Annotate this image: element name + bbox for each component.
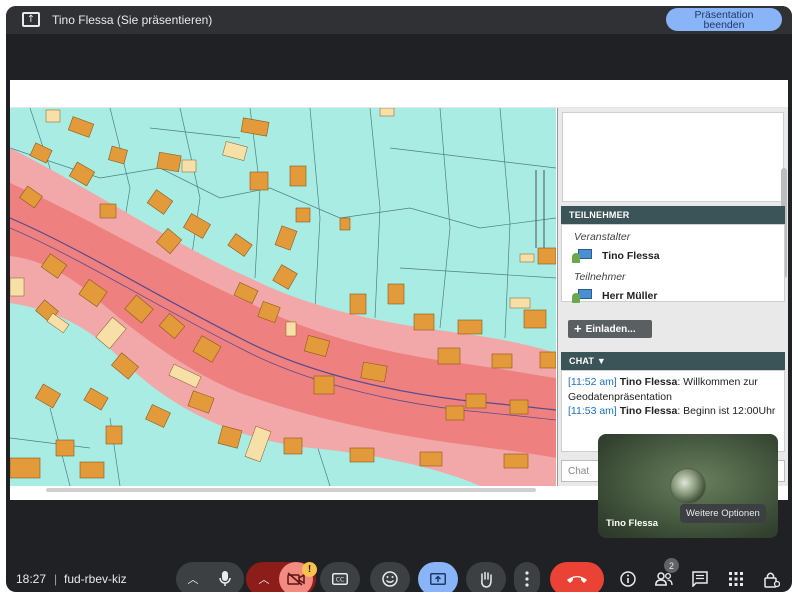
present-icon[interactable] xyxy=(418,562,458,592)
shared-app-toolbar xyxy=(10,80,788,108)
cadastral-map xyxy=(10,108,556,486)
emoji-icon[interactable] xyxy=(370,562,410,592)
horizontal-scrollbar[interactable] xyxy=(46,488,536,492)
present-to-all-icon: ↑ xyxy=(22,12,40,27)
chat-icon[interactable] xyxy=(686,564,714,592)
meet-window: ↑ Tino Flessa (Sie präsentieren) Präsent… xyxy=(6,6,792,592)
chevron-up-icon[interactable]: ︿ xyxy=(249,571,279,587)
raise-hand-icon[interactable] xyxy=(466,562,506,592)
chat-message: [11:53 am] Tino Flessa: Beginn ist 12:00… xyxy=(568,404,778,419)
mic-icon[interactable] xyxy=(208,562,242,592)
more-options-tooltip[interactable]: Weitere Optionen xyxy=(680,504,766,523)
chat-input-placeholder: Chat xyxy=(568,466,590,477)
avatar xyxy=(670,468,706,504)
participants-header[interactable]: TEILNEHMER xyxy=(561,206,785,224)
camera-warning-badge: ! xyxy=(302,562,317,577)
mic-control: ︿ xyxy=(176,562,244,592)
invite-button[interactable]: + Einladen... xyxy=(568,320,652,338)
preview-pane xyxy=(562,112,784,202)
chat-header[interactable]: CHAT ▼ xyxy=(561,352,785,370)
chat-timestamp: [11:52 am] xyxy=(568,376,617,388)
invite-label: Einladen... xyxy=(585,323,636,335)
presenting-bar: ↑ Tino Flessa (Sie präsentieren) Präsent… xyxy=(6,6,792,34)
meeting-time: 18:27 xyxy=(16,572,47,586)
participant-name: Herr Müller xyxy=(602,290,658,302)
chat-timestamp: [11:53 am] xyxy=(568,405,617,417)
chat-text: : Beginn ist 12:00Uhr xyxy=(677,405,776,417)
end-call-icon[interactable] xyxy=(550,562,604,592)
self-view-name: Tino Flessa xyxy=(606,518,659,529)
meeting-code: fud-rbev-kiz xyxy=(64,572,127,586)
stop-presenting-button[interactable]: Präsentation beenden xyxy=(666,8,782,31)
chevron-up-icon[interactable]: ︿ xyxy=(178,571,208,587)
participants-list: Veranstalter Tino Flessa Teilnehmer Herr… xyxy=(561,224,785,305)
participant-item[interactable]: Tino Flessa xyxy=(572,247,660,265)
chat-message: [11:52 am] Tino Flessa: Willkommen zur G… xyxy=(568,375,778,404)
attendee-icon xyxy=(572,289,592,303)
svg-text:CC: CC xyxy=(336,577,344,584)
presenter-icon xyxy=(572,249,592,263)
captions-icon[interactable]: CC xyxy=(320,562,360,592)
participant-item[interactable]: Herr Müller xyxy=(572,287,657,305)
activities-icon[interactable] xyxy=(722,564,750,592)
meeting-side-panel: TEILNEHMER Veranstalter Tino Flessa Teil… xyxy=(557,108,788,486)
role-attendee: Teilnehmer xyxy=(574,271,626,283)
role-host: Veranstalter xyxy=(574,231,631,243)
participant-count-badge: 2 xyxy=(664,558,679,573)
more-vert-icon[interactable] xyxy=(514,562,540,592)
chat-sender: Tino Flessa xyxy=(619,405,678,417)
info-icon[interactable] xyxy=(614,564,642,592)
plus-icon: + xyxy=(574,321,582,336)
host-controls-icon[interactable] xyxy=(758,564,786,592)
participant-name: Tino Flessa xyxy=(602,250,660,262)
separator: | xyxy=(54,572,58,586)
chat-sender: Tino Flessa xyxy=(619,376,678,388)
presenting-title: Tino Flessa (Sie präsentieren) xyxy=(52,13,213,27)
self-view-tile[interactable]: Weitere Optionen Tino Flessa xyxy=(598,434,778,538)
